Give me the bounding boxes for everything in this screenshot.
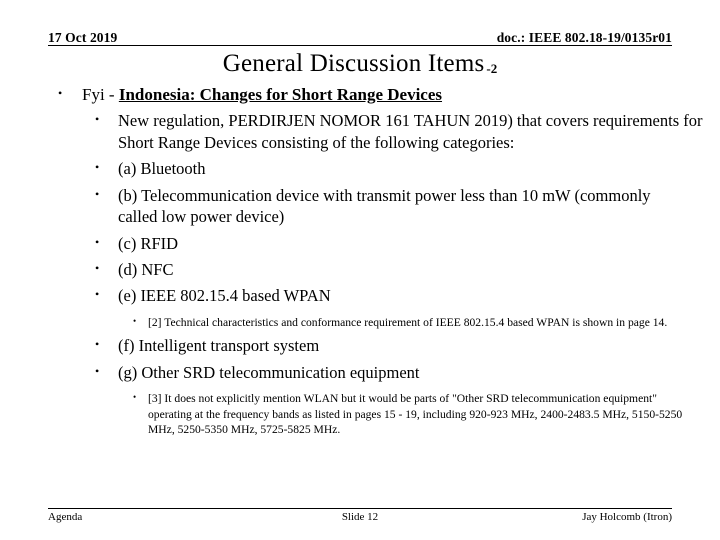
page-title-suffix: -2	[486, 61, 498, 76]
bullet-marker-icon: •	[95, 337, 100, 352]
bullet-marker-icon: •	[95, 160, 100, 175]
bullet-level2-text: (e) IEEE 802.15.4 based WPAN	[118, 286, 331, 306]
bullet-marker-icon: •	[95, 261, 100, 276]
page-title: General Discussion Items	[222, 50, 485, 77]
bullet-level3-text: [2] Technical characteristics and confor…	[148, 315, 668, 329]
bullet-level2-text: (d) NFC	[118, 260, 174, 280]
footer-slide-number: Slide 12	[341, 511, 379, 523]
slide-title-block: General Discussion Items -2	[0, 50, 720, 77]
header-document-id: doc.: IEEE 802.18-19/0135r01	[496, 29, 672, 45]
bullet-marker-icon: •	[95, 112, 100, 127]
bullet-level2-text: New regulation, PERDIRJEN NOMOR 161 TAHU…	[118, 111, 703, 152]
bullet-level2-text: (c) RFID	[118, 233, 179, 253]
bullet-level2-item-f: • (f) Intelligent transport system	[0, 335, 720, 356]
bullet-level3-note-3: • [3] It does not explicitly mention WLA…	[0, 391, 720, 437]
bullet-level1-heading: Indonesia: Changes for Short Range Devic…	[118, 85, 443, 104]
bullet-level1-fyi: • Fyi - Indonesia: Changes for Short Ran…	[0, 84, 720, 105]
footer-author: Jay Holcomb (Itron)	[582, 511, 672, 523]
bullet-level2-item-d: • (d) NFC	[0, 259, 720, 280]
bullet-level2-item-g: • (g) Other SRD telecommunication equipm…	[0, 362, 720, 383]
bullet-level2-item-e: • (e) IEEE 802.15.4 based WPAN	[0, 285, 720, 306]
bullet-level2-item-c: • (c) RFID	[0, 233, 720, 254]
bullet-level3-text: [3] It does not explicitly mention WLAN …	[148, 392, 683, 436]
header-date: 17 Oct 2019	[48, 29, 118, 45]
bullet-level1-prefix: Fyi -	[82, 85, 119, 104]
bullet-marker-icon: •	[95, 287, 100, 302]
bullet-level2-item-b: • (b) Telecommunication device with tran…	[0, 185, 720, 228]
bullet-marker-icon: •	[95, 363, 100, 378]
slide-body: • Fyi - Indonesia: Changes for Short Ran…	[0, 84, 720, 437]
bullet-level2-new-regulation: • New regulation, PERDIRJEN NOMOR 161 TA…	[0, 110, 720, 153]
bullet-marker-icon: •	[133, 315, 137, 326]
slide-header: 17 Oct 2019 doc.: IEEE 802.18-19/0135r01	[48, 24, 672, 46]
bullet-marker-icon: •	[133, 392, 137, 403]
bullet-level2-text: (b) Telecommunication device with transm…	[118, 185, 651, 227]
bullet-marker-icon: •	[95, 186, 100, 201]
bullet-level1-text: Fyi - Indonesia: Changes for Short Range…	[82, 84, 720, 105]
bullet-level3-note-2: • [2] Technical characteristics and conf…	[0, 315, 720, 330]
bullet-marker-icon: •	[95, 234, 100, 249]
bullet-level2-text: (f) Intelligent transport system	[118, 336, 320, 356]
footer-section-label: Agenda	[48, 511, 83, 523]
bullet-level2-item-a: • (a) Bluetooth	[0, 158, 720, 179]
bullet-level2-text: (a) Bluetooth	[118, 159, 206, 179]
slide-footer: Agenda Slide 12 Jay Holcomb (Itron)	[48, 508, 672, 523]
bullet-marker-icon: •	[58, 86, 63, 100]
bullet-level2-text: (g) Other SRD telecommunication equipmen…	[118, 362, 420, 382]
slide-canvas: 17 Oct 2019 doc.: IEEE 802.18-19/0135r01…	[0, 0, 720, 540]
